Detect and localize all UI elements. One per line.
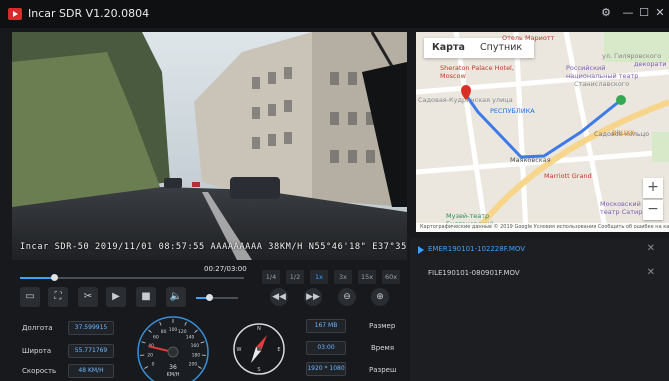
volume-icon[interactable]: 🔈 (166, 287, 186, 307)
progress-bar[interactable] (20, 274, 244, 281)
speedometer-hub (167, 346, 179, 358)
speedometer-tick-label: 60 (153, 335, 159, 341)
speedometer-tick-label: 20 (147, 352, 153, 358)
video-osd-overlay: Incar SDR-50 2019/11/01 08:57:55 AAAAAAA… (20, 242, 407, 252)
map-label: Sheraton Palace Hotel, Moscow (440, 64, 514, 80)
speedometer-tick-label: 180 (192, 352, 201, 358)
scissors-icon[interactable]: ✂ (78, 287, 98, 307)
file-name: FILE190101-080901F.MOV (428, 269, 520, 277)
volume-slider[interactable] (196, 294, 238, 301)
app-title: Incar SDR V1.20.0804 (28, 7, 150, 20)
speedometer-tick-label: 200 (189, 362, 198, 368)
speed-label: Скорость (22, 367, 57, 375)
file-list-item[interactable]: FILE190101-080901F.MOV ✕ (410, 262, 669, 286)
playback-time: 00:27/03:00 (204, 265, 247, 273)
volume-handle[interactable] (205, 294, 213, 301)
progress-fill (20, 277, 54, 279)
title-bar: Incar SDR V1.20.0804 ⚙ — ☐ ✕ (0, 0, 669, 28)
speedometer-tick-label: 120 (178, 329, 187, 335)
zoom-out-icon[interactable]: ⊖ (338, 288, 356, 306)
fast-forward-icon[interactable]: ▶▶ (304, 288, 322, 306)
speed-option[interactable]: 1x (310, 270, 328, 284)
file-list-item[interactable]: EMER190101-102228F.MOV ✕ (410, 238, 669, 262)
close-button[interactable]: ✕ (652, 6, 668, 19)
speedometer-tick-label: 160 (191, 343, 200, 349)
play-button[interactable]: ▶ (106, 287, 126, 307)
resolution-value: 1920 * 1080 (306, 362, 346, 376)
play-indicator-icon (418, 246, 424, 254)
rewind-icon[interactable]: ◀◀ (270, 288, 288, 306)
zoom-in-icon[interactable]: ⊕ (371, 288, 389, 306)
video-frame (12, 32, 407, 260)
speed-option[interactable]: 60x (382, 270, 400, 284)
map-label: Маяковская (510, 156, 551, 164)
map-label: РЕСПУБЛИКА (490, 107, 535, 115)
speed-option[interactable]: 15x (358, 270, 376, 284)
duration-label: Время (371, 344, 395, 352)
progress-handle[interactable] (50, 274, 58, 281)
speed-option[interactable]: 1/2 (286, 270, 304, 284)
duration-value: 03:00 (306, 341, 346, 355)
map-label: Marriott Grand (544, 172, 592, 180)
app-logo-icon (8, 8, 22, 20)
latitude-value: 55.771769 (68, 344, 114, 358)
speedometer-tick-label: 140 (186, 335, 195, 341)
file-list: EMER190101-102228F.MOV ✕ FILE190101-0809… (410, 238, 669, 381)
close-icon[interactable]: ✕ (647, 243, 655, 254)
map-zoom-out-button[interactable]: − (643, 200, 663, 220)
speedometer-unit: KM/H (166, 372, 179, 378)
compass-hub (257, 347, 261, 351)
compass-gauge: N E S W (233, 323, 285, 375)
file-size-label: Размер (369, 322, 396, 330)
map-label: ул. Гиляровского (602, 52, 662, 60)
gear-icon[interactable]: ⚙ (598, 6, 614, 19)
map-footer: Картографические данные © 2019 Google Ус… (416, 223, 669, 232)
maximize-button[interactable]: ☐ (636, 6, 652, 19)
map-label: Станиславского (574, 80, 630, 88)
speedometer-tick-label: 100 (169, 327, 178, 333)
file-size-value: 167 MB (306, 319, 346, 333)
longitude-value: 37.599915 (68, 321, 114, 335)
latitude-label: Широта (22, 347, 52, 355)
speedometer-value: 36 (169, 364, 177, 371)
map-label: BRUXX (612, 129, 635, 137)
close-icon[interactable]: ✕ (647, 267, 655, 278)
speedometer-gauge: 02040608010012014016018020036KM/H (137, 316, 209, 381)
map-zoom-in-button[interactable]: + (643, 178, 663, 198)
fullscreen-icon[interactable]: ⛶ (48, 287, 68, 307)
tab-satellite[interactable]: Спутник (480, 42, 522, 53)
map-view[interactable]: Карта Спутник Отель Мариотт Sheraton Pal… (416, 32, 669, 232)
speed-value: 48 KM/H (68, 364, 114, 378)
speed-option[interactable]: 1/4 (262, 270, 280, 284)
speedometer-tick-label: 0 (152, 362, 155, 368)
speedometer-tick-label: 80 (161, 329, 167, 335)
map-label: Садовая-Кудринская улица (418, 96, 513, 104)
video-player[interactable]: Incar SDR-50 2019/11/01 08:57:55 AAAAAAA… (12, 32, 407, 260)
resolution-label: Разреш (369, 366, 397, 374)
folder-icon[interactable]: ▭ (20, 287, 40, 307)
map-label: декорати (634, 60, 667, 68)
minimize-button[interactable]: — (620, 6, 636, 19)
file-name: EMER190101-102228F.MOV (428, 245, 526, 253)
tab-map[interactable]: Карта (432, 42, 465, 53)
compass-direction-label: N (257, 326, 261, 332)
longitude-label: Долгота (22, 324, 53, 332)
compass-direction-label: E (277, 347, 280, 353)
compass-direction-label: W (237, 347, 242, 353)
map-label: Отель Мариотт (502, 34, 555, 42)
compass-direction-label: S (257, 367, 260, 373)
stop-button[interactable]: ■ (136, 287, 156, 307)
speed-option[interactable]: 3x (334, 270, 352, 284)
